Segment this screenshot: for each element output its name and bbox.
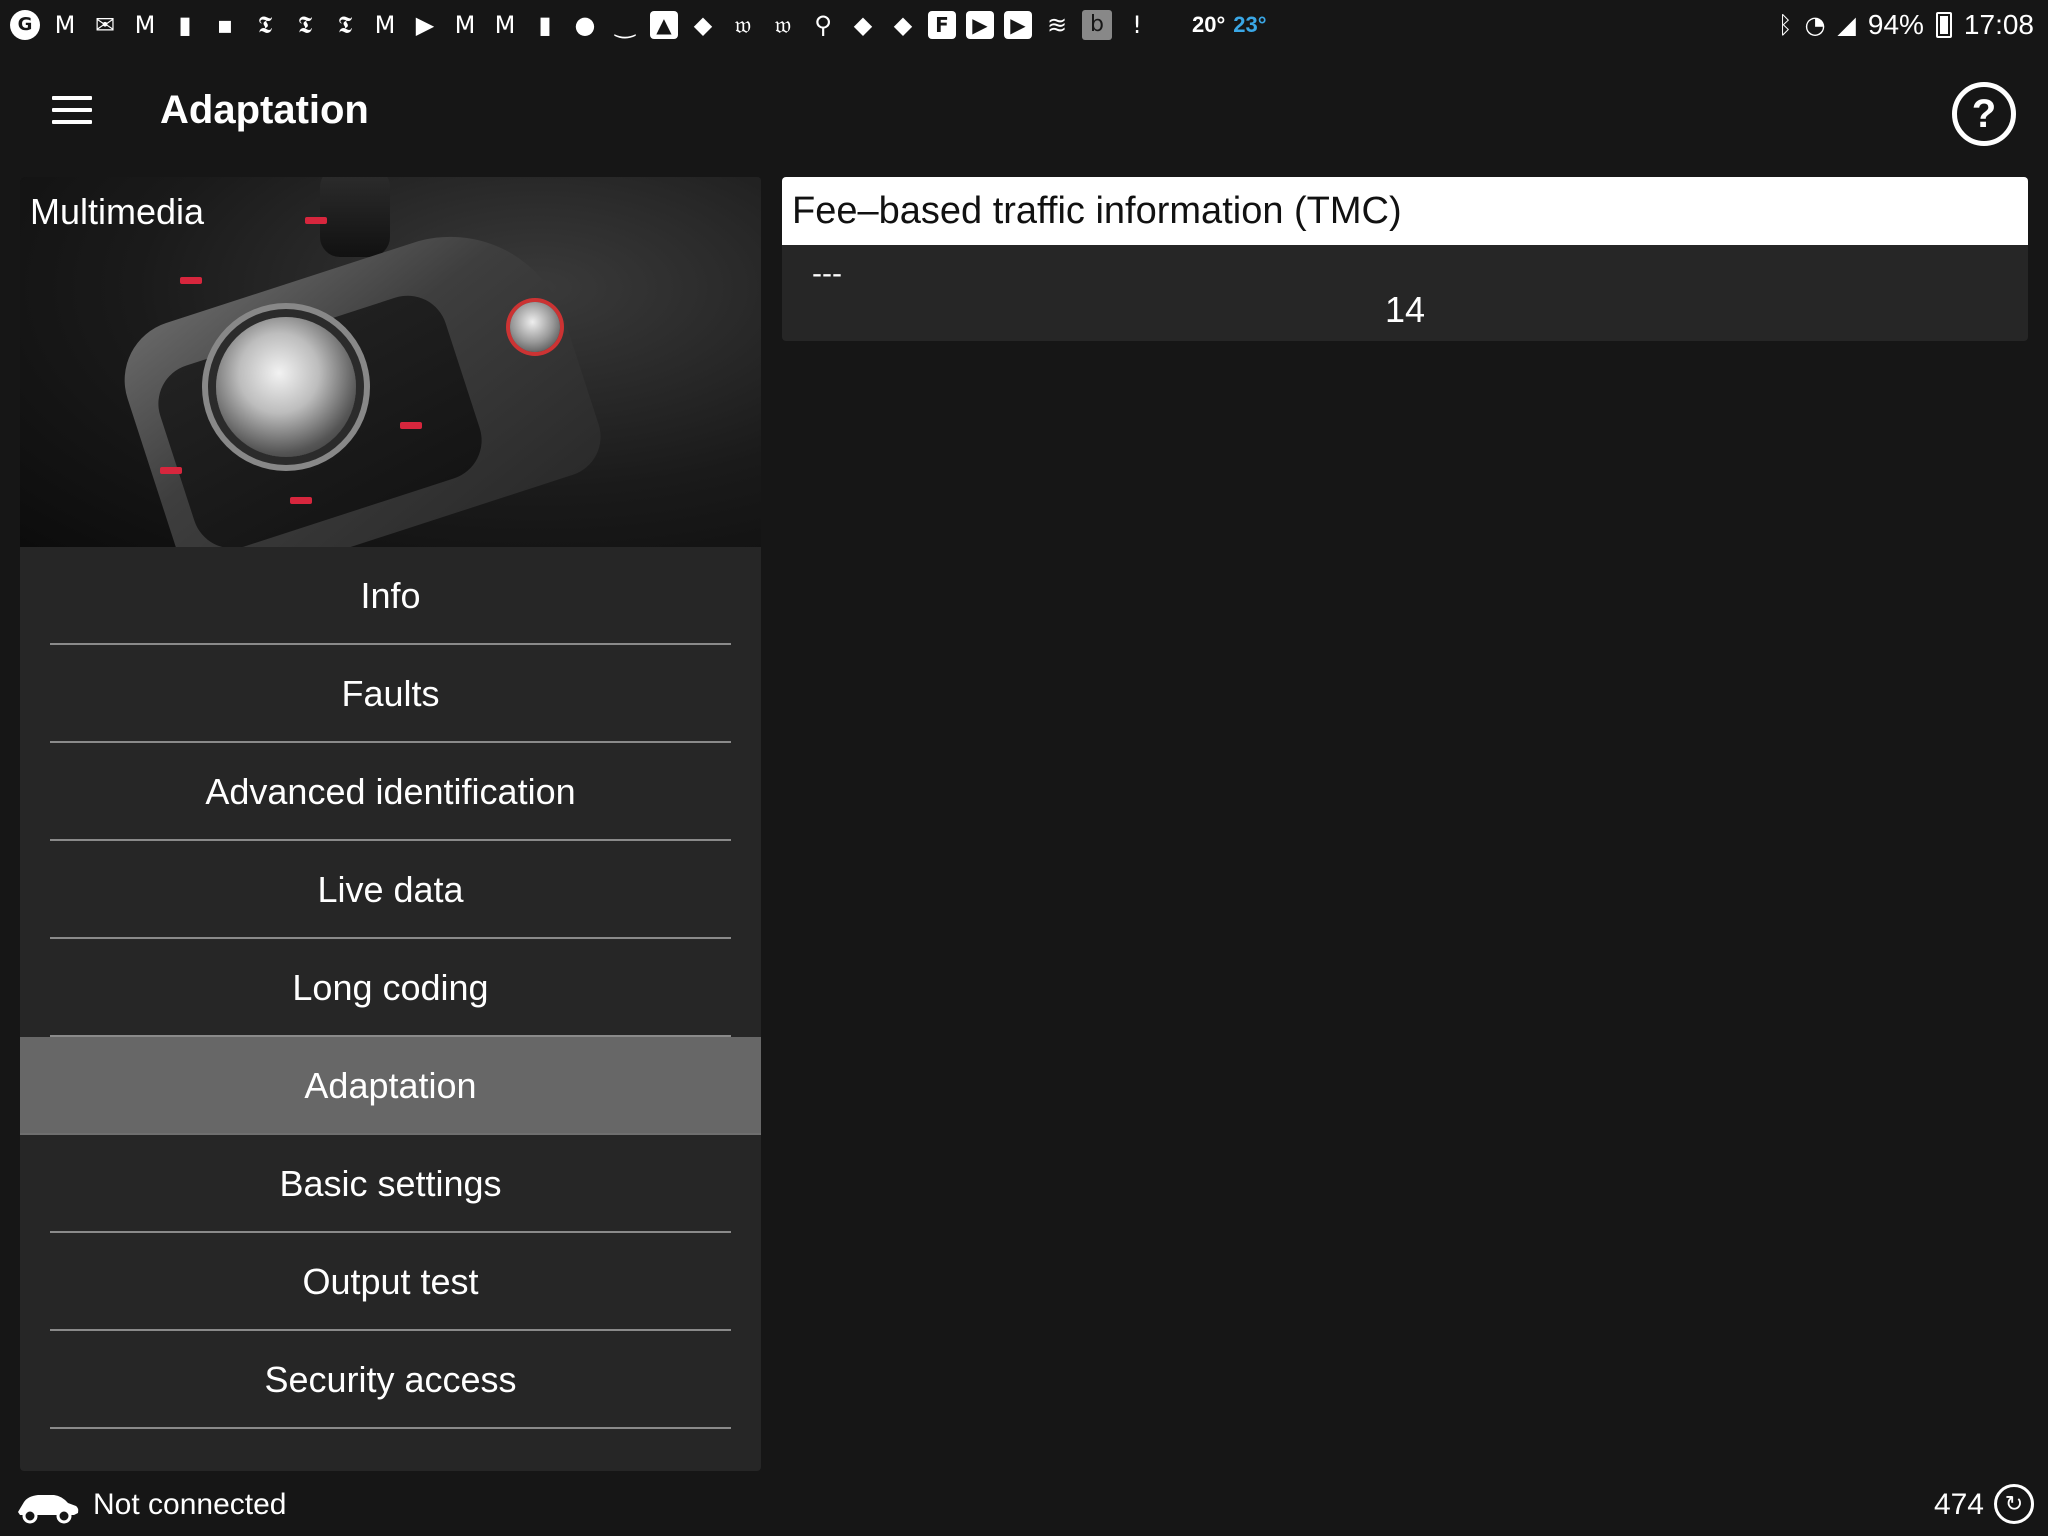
connection-status: Not connected: [93, 1488, 287, 1521]
bluetooth-icon: ᛒ: [1778, 11, 1793, 39]
gmail-icon: M: [54, 11, 76, 39]
flipboard-icon: F: [928, 11, 956, 39]
request-counter: 474: [1933, 1488, 1984, 1521]
nyt-icon: 𝕿: [337, 11, 353, 39]
mail-icon: ✉: [94, 11, 116, 39]
hamburger-menu-icon[interactable]: [52, 94, 92, 126]
adaptation-channel-card[interactable]: Fee–based traffic information (TMC) --- …: [782, 177, 2028, 341]
battery-percent: 94%: [1867, 9, 1924, 40]
module-name: Multimedia: [30, 191, 205, 232]
help-icon[interactable]: ?: [1952, 82, 2016, 146]
b-icon: b: [1082, 10, 1112, 40]
channel-title: Fee–based traffic information (TMC): [782, 177, 2028, 245]
nyt-icon: 𝕿: [297, 11, 313, 39]
gmail-icon: M: [454, 11, 476, 39]
gmail-icon: M: [374, 11, 396, 39]
menu-item-basic-settings[interactable]: Basic settings: [20, 1135, 761, 1233]
news-icon: ◆: [693, 11, 713, 39]
menu-item-faults[interactable]: Faults: [20, 645, 761, 743]
button-light-graphic: [180, 277, 202, 284]
channel-value: 14: [1384, 289, 1426, 330]
menu-item-advanced-identification[interactable]: Advanced identification: [20, 743, 761, 841]
menu-item-info[interactable]: Info: [20, 547, 761, 645]
weather-temp-high: 23°: [1233, 12, 1267, 37]
button-light-graphic: [290, 497, 312, 504]
gmail-icon: M: [494, 11, 516, 39]
menu-item-adaptation[interactable]: Adaptation: [20, 1037, 761, 1135]
button-light-graphic: [160, 467, 182, 474]
notification-icons: G M ✉ M ▮ ▪ 𝕿 𝕿 𝕿 M ▶ M M ▮ ● ‿ ▲ ◆ 𝔴 𝔴 …: [10, 10, 1152, 40]
wp-icon: 𝔴: [774, 11, 792, 39]
menu-item-live-data[interactable]: Live data: [20, 841, 761, 939]
system-status: ᛒ ◔ ◢ 94% 17:08: [1778, 0, 2034, 50]
menu-item-long-coding[interactable]: Long coding: [20, 939, 761, 1037]
smile-icon: ‿: [615, 11, 635, 39]
mmi-knob-graphic: [216, 317, 356, 457]
wp-icon: 𝔴: [734, 11, 752, 39]
cell-signal-icon: ◢: [1837, 11, 1856, 39]
play-icon: ▶: [415, 11, 435, 39]
refresh-icon[interactable]: ↻: [1994, 1484, 2034, 1524]
news-icon: ◆: [853, 11, 873, 39]
app-icon: ●: [574, 11, 596, 39]
stack-icon: ≋: [1046, 11, 1068, 39]
function-menu: Info Faults Advanced identification Live…: [20, 547, 761, 1429]
weather-widget: 20° 23°: [1192, 12, 1267, 38]
weather-temp: 20°: [1192, 12, 1226, 37]
car-icon: [18, 1495, 79, 1524]
status-bar: G M ✉ M ▮ ▪ 𝕿 𝕿 𝕿 M ▶ M M ▮ ● ‿ ▲ ◆ 𝔴 𝔴 …: [0, 0, 2048, 50]
youtube-icon: ▶: [966, 11, 994, 39]
app-icon: ▮: [538, 11, 552, 39]
menu-item-security-access[interactable]: Security access: [20, 1331, 761, 1429]
gmail-icon: M: [134, 11, 156, 39]
module-menu-panel: Multimedia Info Faults Advanced identifi…: [20, 177, 761, 1471]
menu-item-output-test[interactable]: Output test: [20, 1233, 761, 1331]
location-icon: ⚲: [814, 11, 832, 39]
youtube-icon: ▶: [1004, 11, 1032, 39]
button-light-graphic: [305, 217, 327, 224]
button-light-graphic: [400, 422, 422, 429]
news-icon: ◆: [893, 11, 913, 39]
page-title: Adaptation: [160, 88, 369, 132]
clock: 17:08: [1963, 9, 2034, 40]
app-bar: Adaptation ?: [0, 50, 2048, 178]
wifi-icon: ◔: [1804, 11, 1826, 39]
news-icon: ▪: [216, 11, 234, 39]
footer-status-bar: Not connected 474 ↻: [0, 1480, 2048, 1536]
alert-icon: !: [1132, 11, 1142, 39]
signal-app-icon: ▮: [178, 11, 192, 39]
gear-shifter-graphic: [320, 177, 390, 257]
module-hero-image: Multimedia: [20, 177, 761, 547]
volume-knob-graphic: [510, 302, 560, 352]
channel-subtitle: ---: [812, 257, 842, 290]
google-icon: G: [10, 10, 40, 40]
nyt-icon: 𝕿: [257, 11, 273, 39]
photo-icon: ▲: [650, 11, 678, 39]
battery-icon: [1935, 12, 1952, 38]
